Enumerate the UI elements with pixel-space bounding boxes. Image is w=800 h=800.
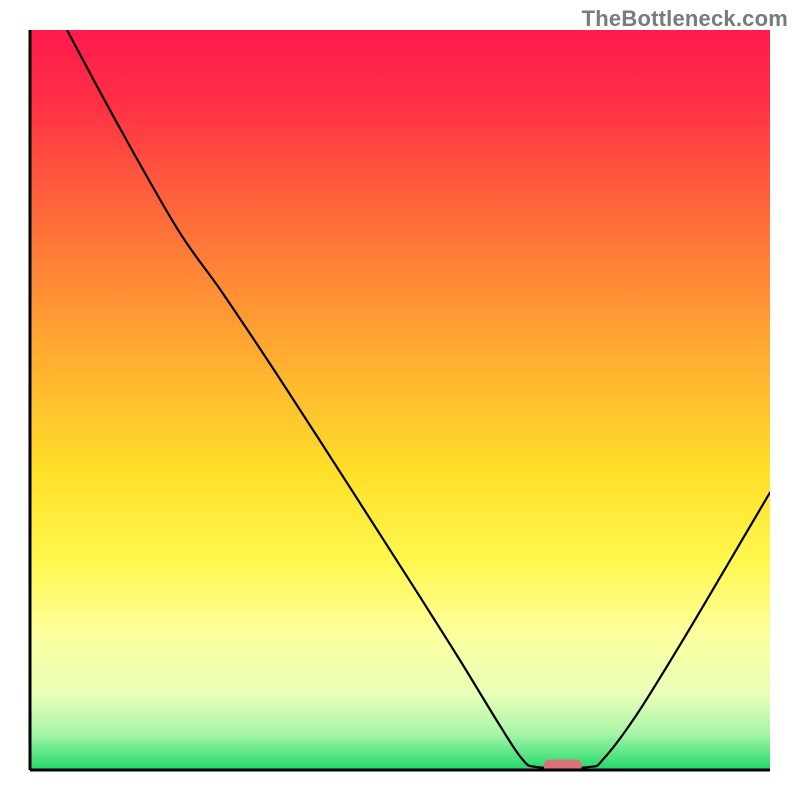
plot-area (30, 30, 770, 771)
chart-container: TheBottleneck.com (0, 0, 800, 800)
bottleneck-chart (0, 0, 800, 800)
gradient-background (30, 30, 770, 770)
